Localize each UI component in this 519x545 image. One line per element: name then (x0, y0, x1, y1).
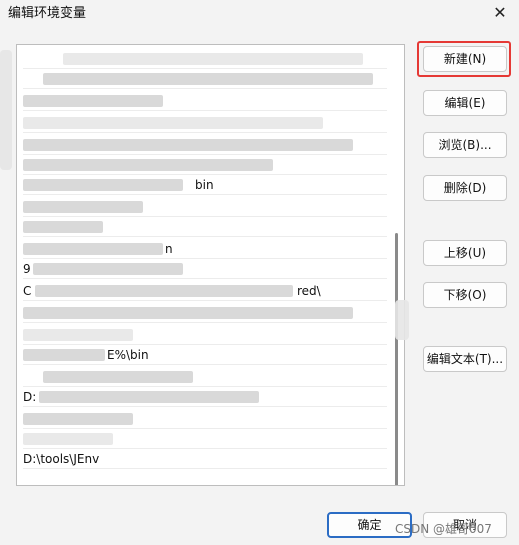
list-item[interactable]: E%\bin (23, 345, 387, 365)
scrollbar[interactable] (395, 233, 398, 485)
edit-text-button[interactable]: 编辑文本(T)... (423, 346, 507, 372)
new-button[interactable]: 新建(N) (423, 46, 507, 72)
list-item[interactable] (23, 409, 387, 429)
list-item[interactable]: Cred\ (23, 281, 387, 301)
blur-mask (395, 300, 409, 340)
list-item[interactable] (23, 429, 387, 449)
list-item[interactable] (23, 113, 387, 133)
move-down-button[interactable]: 下移(O) (423, 282, 507, 308)
edit-button[interactable]: 编辑(E) (423, 90, 507, 116)
list-item[interactable] (23, 303, 387, 323)
list-item[interactable] (23, 49, 387, 69)
path-list[interactable]: bin n 9 Cred\ E%\bin D: D:\tools\JEnv (16, 44, 405, 486)
list-item[interactable]: n (23, 239, 387, 259)
list-item[interactable] (23, 69, 387, 89)
list-item[interactable] (23, 197, 387, 217)
move-up-button[interactable]: 上移(U) (423, 240, 507, 266)
list-item[interactable]: D: (23, 387, 387, 407)
list-item[interactable] (23, 91, 387, 111)
window-title: 编辑环境变量 (8, 6, 87, 21)
list-item[interactable]: 9 (23, 259, 387, 279)
list-item[interactable] (23, 155, 387, 175)
list-item[interactable] (23, 135, 387, 155)
list-item[interactable]: D:\tools\JEnv (23, 449, 387, 469)
close-icon[interactable]: ✕ (487, 0, 513, 24)
list-item[interactable]: bin (23, 175, 387, 195)
delete-button[interactable]: 删除(D) (423, 175, 507, 201)
watermark: CSDN @雄哥007 (395, 522, 492, 536)
blur-mask (0, 50, 12, 170)
list-item[interactable] (23, 217, 387, 237)
list-item[interactable] (23, 367, 387, 387)
list-item[interactable] (23, 325, 387, 345)
title-bar: 编辑环境变量 ✕ (0, 0, 519, 30)
browse-button[interactable]: 浏览(B)... (423, 132, 507, 158)
